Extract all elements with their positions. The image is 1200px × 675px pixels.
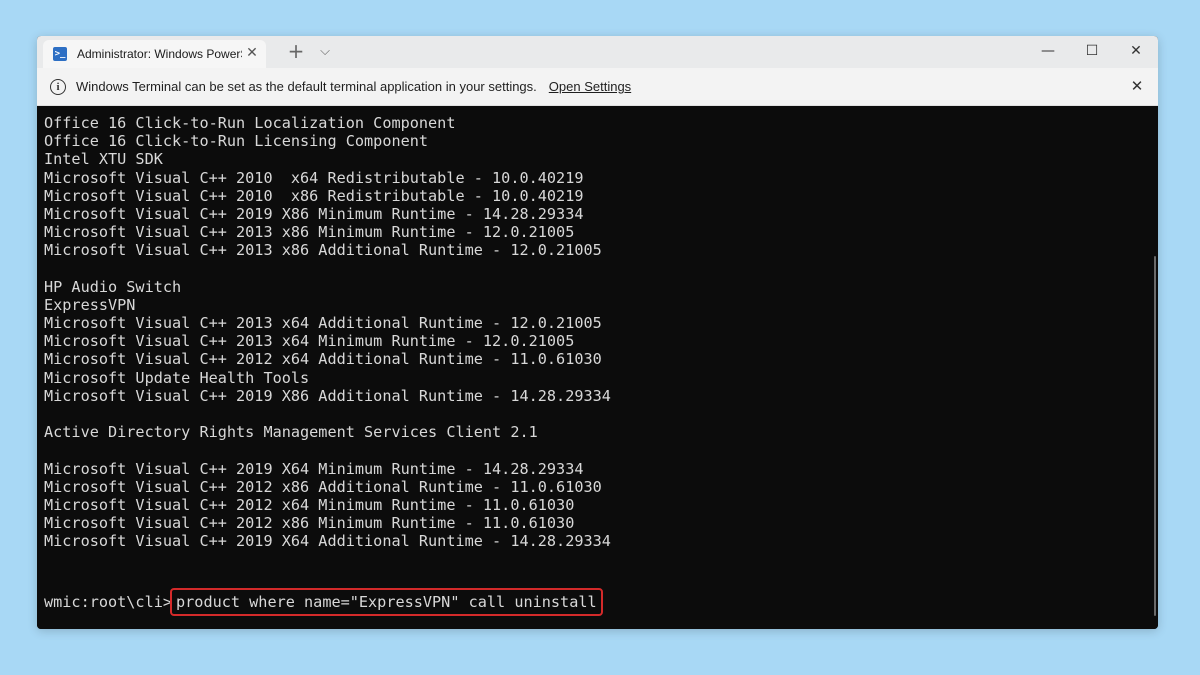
output-line: Microsoft Visual C++ 2012 x64 Additional… [44,350,602,369]
output-line: Microsoft Visual C++ 2019 X86 Additional… [44,386,611,405]
powershell-icon: >_ [53,47,67,61]
tab-close-icon[interactable]: ✕ [244,45,260,61]
output-lines: Office 16 Click-to-Run Localization Comp… [44,114,611,551]
output-line: Microsoft Visual C++ 2012 x64 Minimum Ru… [44,495,575,514]
scrollbar[interactable] [1154,256,1156,616]
info-icon: i [50,78,66,95]
output-line: Microsoft Visual C++ 2010 x86 Redistribu… [44,186,584,205]
info-message: Windows Terminal can be set as the defau… [76,79,537,94]
info-bar: i Windows Terminal can be set as the def… [37,68,1158,106]
command-highlight: product where name="ExpressVPN" call uni… [170,588,603,617]
close-button[interactable]: ✕ [1114,36,1158,66]
maximize-button[interactable]: ☐ [1070,36,1114,66]
output-line: Microsoft Visual C++ 2013 x86 Minimum Ru… [44,223,575,242]
output-line: Microsoft Visual C++ 2013 x64 Additional… [44,314,602,333]
prompt-row: wmic:root\cli> product where name="Expre… [44,588,603,617]
output-line: Microsoft Visual C++ 2013 x86 Additional… [44,241,602,260]
info-close-icon[interactable]: ✕ [1128,77,1146,95]
output-line: Microsoft Visual C++ 2010 x64 Redistribu… [44,168,584,187]
output-line: Microsoft Visual C++ 2012 x86 Minimum Ru… [44,514,575,533]
minimize-button[interactable]: — [1026,36,1070,66]
output-line: Office 16 Click-to-Run Localization Comp… [44,114,456,132]
output-line: Microsoft Visual C++ 2013 x64 Minimum Ru… [44,332,575,351]
prompt-text: wmic:root\cli> [44,593,173,611]
output-line: Microsoft Update Health Tools [44,368,310,387]
tab-dropdown-icon[interactable]: ⌵ [316,41,334,63]
open-settings-link[interactable]: Open Settings [549,79,631,94]
output-line: Microsoft Visual C++ 2019 X64 Additional… [44,532,611,551]
tab-powershell[interactable]: >_ Administrator: Windows PowerShell ✕ [43,40,266,68]
output-line: ExpressVPN [44,295,136,314]
output-line: Office 16 Click-to-Run Licensing Compone… [44,132,429,151]
new-tab-button[interactable]: + [286,41,306,63]
output-line: Microsoft Visual C++ 2012 x86 Additional… [44,477,602,496]
terminal-output[interactable]: Office 16 Click-to-Run Localization Comp… [37,106,1158,629]
tab-title: Administrator: Windows PowerShell [77,47,242,61]
command-text[interactable]: product where name="ExpressVPN" call uni… [176,593,597,611]
output-line: Microsoft Visual C++ 2019 X86 Minimum Ru… [44,204,584,223]
output-line: HP Audio Switch [44,277,182,296]
output-line: Microsoft Visual C++ 2019 X64 Minimum Ru… [44,459,584,478]
terminal-window: >_ Administrator: Windows PowerShell ✕ +… [37,36,1158,629]
output-line: Intel XTU SDK [44,150,163,169]
output-line: Active Directory Rights Management Servi… [44,423,538,442]
title-bar: >_ Administrator: Windows PowerShell ✕ +… [37,36,1158,68]
